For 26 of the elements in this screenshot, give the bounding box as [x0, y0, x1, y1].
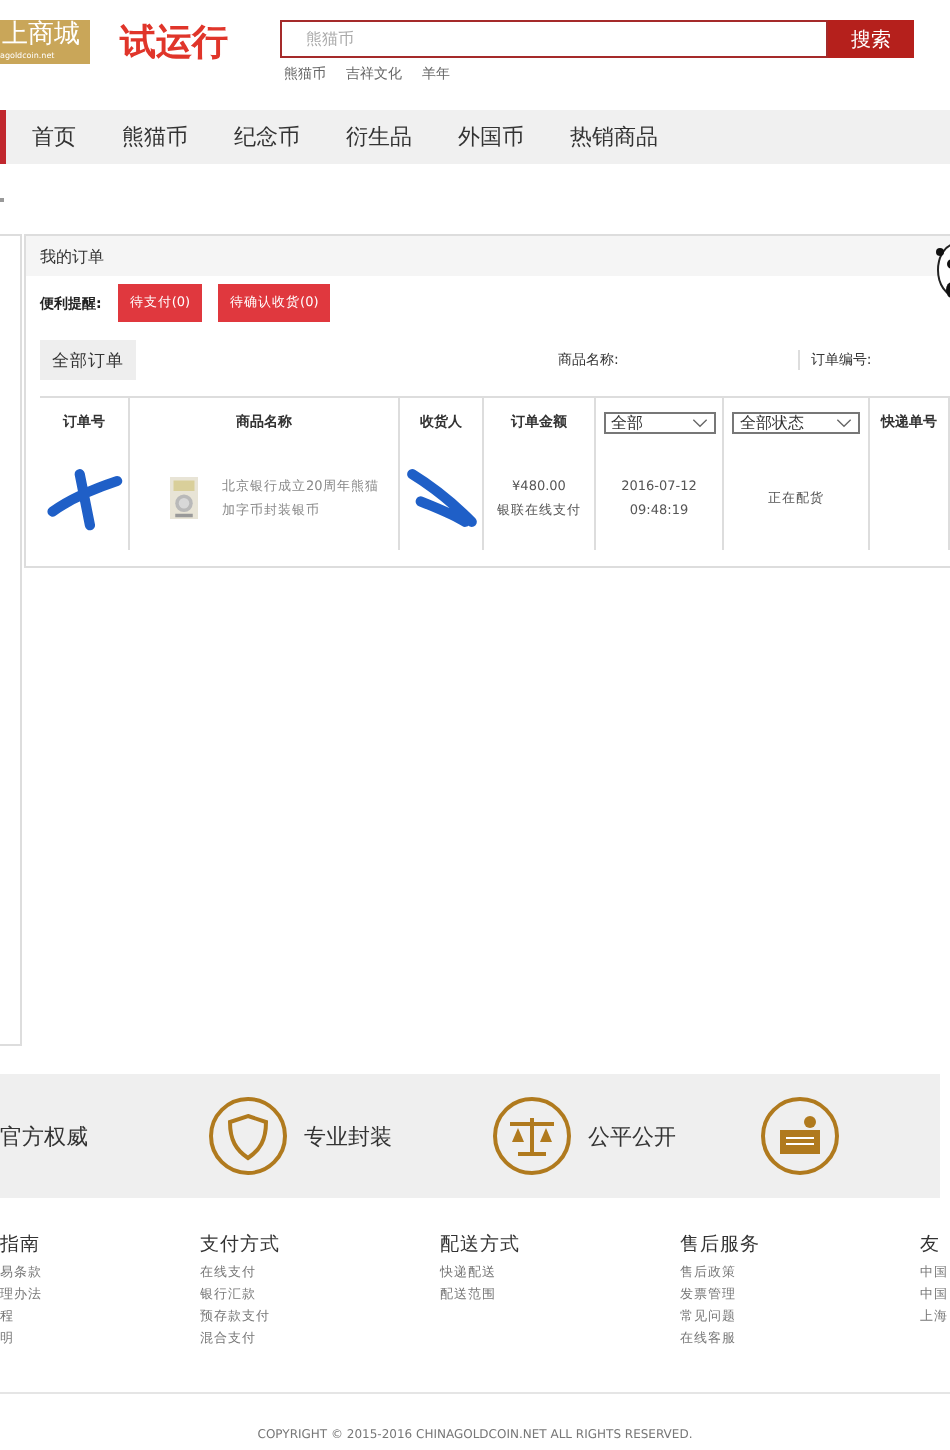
nav-item[interactable]: 纪念币 [234, 122, 300, 152]
nav-item[interactable]: 熊猫币 [122, 122, 188, 152]
footer-heading: 友 [920, 1232, 942, 1258]
chevron-icon [691, 417, 707, 427]
footer-heading: 指南 [0, 1232, 42, 1258]
feature-label: 官方权威 [0, 1121, 88, 1151]
feature-label: 专业封装 [304, 1121, 392, 1151]
nav-item[interactable]: 首页 [32, 122, 76, 152]
feature-label: 公平公开 [588, 1121, 676, 1151]
shield-icon [208, 1096, 288, 1176]
footer-heading: 售后服务 [680, 1232, 762, 1258]
search-field[interactable]: 熊猫币 [280, 20, 828, 58]
footer-heading: 支付方式 [200, 1232, 282, 1258]
nav-item[interactable]: 衍生品 [346, 122, 412, 152]
footer-heading: 配送方式 [440, 1232, 522, 1258]
filter-dropdown[interactable]: 全部状态 [732, 411, 860, 433]
order-tab[interactable]: 全部订单 [40, 340, 136, 380]
nav-item[interactable]: 外国币 [458, 122, 524, 152]
nav-item[interactable]: 热销商品 [570, 122, 658, 152]
chevron-icon [836, 417, 852, 427]
search-button[interactable]: 搜索 [828, 20, 914, 58]
trial-label: 试运行 [120, 20, 230, 64]
certificate-icon [760, 1096, 840, 1176]
filter-dropdown[interactable]: 全部 [603, 411, 715, 433]
scales-icon [492, 1096, 572, 1176]
panel-title: 我的订单 [40, 245, 104, 267]
